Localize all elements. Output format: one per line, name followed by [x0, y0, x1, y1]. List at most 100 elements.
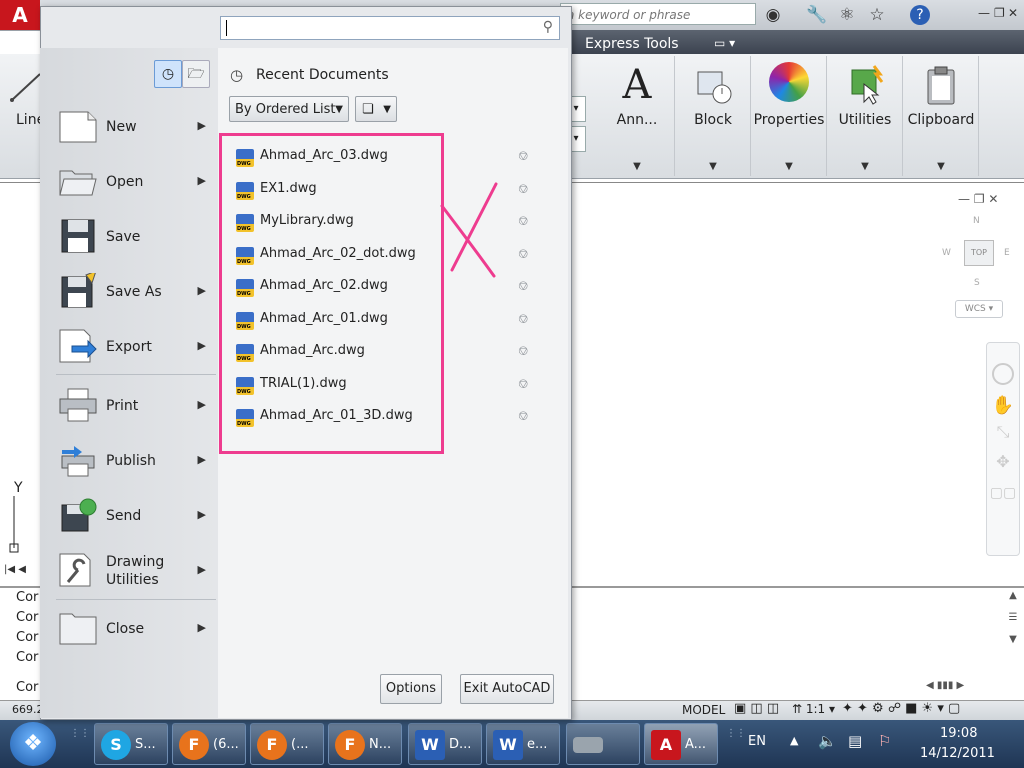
exit-autocad-button[interactable]: Exit AutoCAD — [460, 674, 554, 704]
layout-icons[interactable]: ▣ ◫ ◫ — [734, 701, 779, 716]
task-label: e... — [527, 737, 548, 752]
show-hidden-icons[interactable]: ▲ — [790, 734, 798, 747]
text-a-icon: A — [622, 62, 652, 108]
menu-item-save-as[interactable]: Save As ▶ — [58, 267, 214, 317]
menu-item-print[interactable]: Print ▶ — [58, 381, 214, 431]
command-h-scroll[interactable]: ◀ ▮▮▮ ▶ — [926, 680, 996, 694]
taskbar-drive[interactable] — [566, 723, 640, 765]
menu-item-publish[interactable]: Publish ▶ — [58, 436, 214, 486]
menu-item-export[interactable]: Export ▶ — [58, 322, 214, 372]
start-button[interactable]: ❖ — [10, 722, 56, 766]
chevron-down-icon[interactable]: ▼ — [752, 161, 826, 172]
viewcube-top-face[interactable]: TOP — [964, 240, 994, 266]
chevron-down-icon[interactable]: ▼ — [676, 161, 750, 172]
taskbar-grip: ⋮⋮ — [70, 728, 90, 739]
line-tool[interactable]: Line — [0, 56, 45, 176]
panel-properties[interactable]: Properties ▼ — [752, 56, 827, 176]
pin-icon[interactable]: ⎊ — [518, 182, 528, 197]
drive-icon — [573, 736, 603, 753]
panel-label: Block — [694, 112, 732, 128]
language-indicator[interactable]: EN — [748, 734, 766, 749]
pin-icon[interactable]: ⎊ — [518, 312, 528, 327]
help-search-input[interactable]: a keyword or phrase — [560, 3, 756, 25]
chevron-right-icon: ▶ — [197, 284, 206, 297]
menu-item-open[interactable]: Open ▶ — [58, 157, 214, 207]
pin-icon[interactable]: ⎊ — [518, 247, 528, 262]
annotation-scale[interactable]: ⇈ 1:1 ▾ — [792, 702, 835, 716]
action-center-icon[interactable]: ⚐ — [878, 732, 891, 750]
viewcube[interactable]: N W E S TOP — [940, 216, 1016, 292]
menu-search-input[interactable]: ⚲ — [220, 16, 560, 40]
taskbar-firefox-3[interactable]: F N... — [328, 723, 402, 765]
pan-hand-icon[interactable]: ✋ — [987, 395, 1019, 416]
open-documents-view-button[interactable]: 🗁 — [182, 60, 210, 88]
network-icon[interactable]: ▤ — [848, 732, 862, 750]
pin-icon[interactable]: ⎊ — [518, 409, 528, 424]
recent-documents-title: Recent Documents — [256, 67, 389, 83]
help-icon[interactable]: ? — [910, 5, 930, 25]
pin-icon[interactable]: ⎊ — [518, 279, 528, 294]
navigation-bar[interactable]: ✋ ⤡ ✥ ▢▢ — [986, 342, 1020, 556]
task-label: D... — [449, 737, 472, 752]
drawing-window-controls[interactable]: — ❐ ✕ — [958, 192, 998, 206]
menu-item-save[interactable]: Save — [58, 212, 214, 262]
restore-icon[interactable]: ❐ — [994, 6, 1005, 20]
chevron-down-icon[interactable]: ▼ — [828, 161, 902, 172]
pin-icon[interactable]: ⎊ — [518, 214, 528, 229]
coordinate-readout: 669.2 — [12, 703, 44, 716]
satellite-icon[interactable]: ⚛ — [836, 4, 858, 26]
display-style-dropdown[interactable]: ❏ ▼ — [355, 96, 397, 122]
chevron-down-icon[interactable]: ▼ — [600, 161, 674, 172]
menu-item-label: Save — [106, 229, 141, 245]
taskbar-skype[interactable]: S S... — [94, 723, 168, 765]
pin-icon[interactable]: ⎊ — [518, 377, 528, 392]
pin-icon[interactable]: ⎊ — [518, 149, 528, 164]
menu-item-label: Print — [106, 398, 139, 414]
taskbar-word-1[interactable]: W D... — [408, 723, 482, 765]
panel-block[interactable]: Block ▼ — [676, 56, 751, 176]
taskbar-word-2[interactable]: We... — [486, 723, 560, 765]
wcs-menu[interactable]: WCS ▾ — [955, 300, 1003, 318]
zoom-icon[interactable]: ⤡ — [987, 422, 1019, 442]
firefox-icon: F — [179, 729, 209, 760]
command-history-line: Cor — [16, 680, 39, 695]
chevron-right-icon: ▶ — [197, 453, 206, 466]
status-tray-icons[interactable]: ✦ ✦ ⚙ ☍ ■ ☀ ▾ ▢ — [842, 701, 960, 716]
panel-annotation[interactable]: A Ann... ▼ — [600, 56, 675, 176]
options-button[interactable]: Options — [380, 674, 442, 704]
menu-item-send[interactable]: Send ▶ — [58, 491, 214, 541]
model-button[interactable]: MODEL — [682, 703, 725, 717]
taskbar-firefox-1[interactable]: F (6... — [172, 723, 246, 765]
pin-icon[interactable]: ⎊ — [518, 344, 528, 359]
horizontal-scrollbar[interactable]: |◀ ◀ — [4, 564, 44, 580]
orbit-icon[interactable]: ✥ — [987, 452, 1019, 471]
panel-utilities[interactable]: Utilities ▼ — [828, 56, 903, 176]
app-button[interactable]: A — [0, 0, 40, 30]
minimize-icon[interactable]: — — [978, 6, 990, 20]
sort-order-dropdown[interactable]: By Ordered List ▼ — [229, 96, 349, 122]
task-label: N... — [369, 737, 392, 752]
taskbar-autocad[interactable]: A A... — [644, 723, 718, 765]
tab-express-tools[interactable]: Express Tools — [585, 36, 679, 52]
clock-date[interactable]: 14/12/2011 — [920, 746, 995, 761]
clock-time[interactable]: 19:08 — [940, 726, 977, 741]
star-icon[interactable]: ☆ — [866, 4, 888, 26]
chevron-down-icon[interactable]: ▼ — [904, 161, 978, 172]
recent-documents-view-button[interactable]: ◷ — [154, 60, 182, 88]
steering-wheel-icon[interactable] — [992, 363, 1014, 385]
close-icon[interactable]: ✕ — [1008, 6, 1018, 20]
clipboard-icon — [918, 62, 964, 108]
panel-clipboard[interactable]: Clipboard ▼ — [904, 56, 979, 176]
menu-item-new[interactable]: New ▶ — [58, 102, 214, 152]
showmotion-icon[interactable]: ▢▢ — [987, 485, 1019, 501]
wrench-icon[interactable]: 🔧 — [806, 4, 828, 26]
panel-label: Clipboard — [907, 112, 975, 128]
taskbar-firefox-2[interactable]: F (... — [250, 723, 324, 765]
menu-item-drawing-utilities[interactable]: Drawing Utilities ▶ — [58, 546, 214, 596]
command-scrollbar[interactable]: ▲ ☰ ▼ — [1006, 590, 1020, 670]
ribbon-options-icon[interactable]: ▭ ▾ — [714, 36, 735, 50]
search-icon[interactable]: ⚲ — [543, 19, 553, 35]
binoculars-icon[interactable]: ◉ — [762, 4, 784, 26]
menu-item-close[interactable]: Close ▶ — [58, 604, 214, 654]
volume-icon[interactable]: 🔈 — [818, 732, 837, 750]
